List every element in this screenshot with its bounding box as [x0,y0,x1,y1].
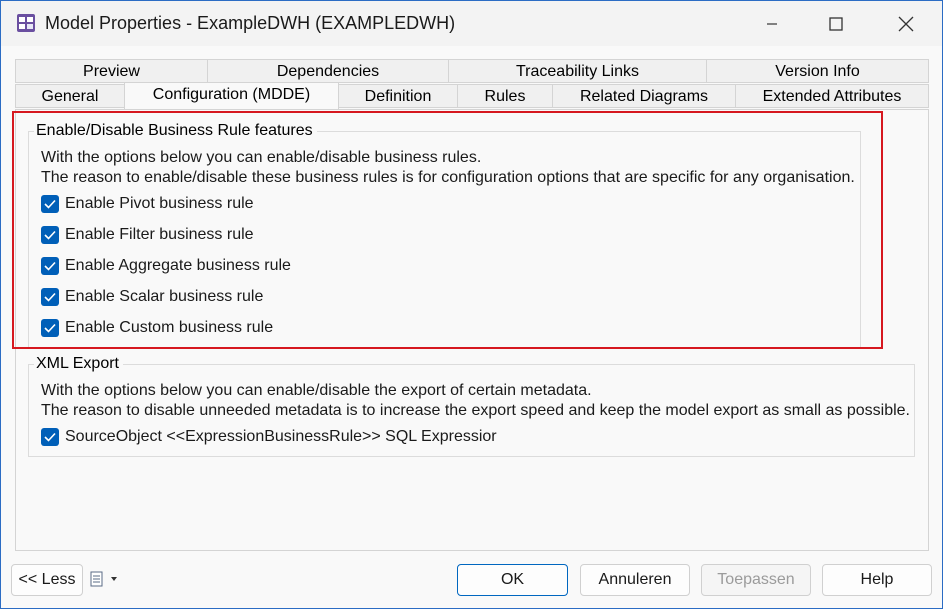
xml-export-description-1: With the options below you can enable/di… [41,382,592,399]
custom-rule-label: Enable Custom business rule [65,319,274,336]
scalar-rule-option[interactable]: Enable Scalar business rule [41,287,263,307]
tab-definition[interactable]: Definition [338,84,458,108]
minimize-button[interactable] [749,1,795,46]
maximize-icon [829,16,843,31]
sourceobject-sql-expression-option[interactable]: SourceObject <<ExpressionBusinessRule>> … [41,427,497,447]
close-button[interactable] [883,1,929,46]
ok-button[interactable]: OK [457,564,568,596]
close-icon [898,16,914,31]
less-button[interactable]: << Less [11,564,83,596]
cancel-button[interactable]: Annuleren [580,564,690,596]
xml-export-description-2: The reason to disable unneeded metadata … [41,402,910,419]
scalar-rule-checkbox[interactable] [41,288,59,306]
document-list-icon [90,571,103,587]
model-properties-window: Model Properties - ExampleDWH (EXAMPLEDW… [0,0,943,609]
tab-configuration-mdde[interactable]: Configuration (MDDE) [124,82,339,110]
aggregate-rule-label: Enable Aggregate business rule [65,257,291,274]
custom-rule-checkbox[interactable] [41,319,59,337]
chevron-down-icon [111,577,117,581]
pivot-rule-checkbox[interactable] [41,195,59,213]
xml-export-group-title: XML Export [34,355,123,373]
tab-strip: Preview Dependencies Traceability Links … [15,59,929,111]
tab-version-info[interactable]: Version Info [706,59,929,83]
business-rules-description-1: With the options below you can enable/di… [41,149,482,166]
tab-dependencies[interactable]: Dependencies [207,59,449,83]
custom-rule-option[interactable]: Enable Custom business rule [41,318,273,338]
checkmark-icon [44,323,56,333]
tab-traceability-links[interactable]: Traceability Links [448,59,707,83]
checkmark-icon [44,230,56,240]
pivot-rule-option[interactable]: Enable Pivot business rule [41,194,254,214]
tab-related-diagrams[interactable]: Related Diagrams [552,84,736,108]
app-icon [16,13,36,33]
tab-rules[interactable]: Rules [457,84,553,108]
aggregate-rule-option[interactable]: Enable Aggregate business rule [41,256,291,276]
window-title: Model Properties - ExampleDWH (EXAMPLEDW… [45,13,456,33]
checkmark-icon [44,199,56,209]
scalar-rule-label: Enable Scalar business rule [65,288,264,305]
business-rules-description-2: The reason to enable/disable these busin… [41,169,855,186]
checkmark-icon [44,261,56,271]
title-bar[interactable]: Model Properties - ExampleDWH (EXAMPLEDW… [1,1,942,46]
apply-button[interactable]: Toepassen [701,564,811,596]
filter-rule-option[interactable]: Enable Filter business rule [41,225,254,245]
checkmark-icon [44,432,56,442]
aggregate-rule-checkbox[interactable] [41,257,59,275]
sourceobject-sql-expression-checkbox[interactable] [41,428,59,446]
tab-extended-attributes[interactable]: Extended Attributes [735,84,929,108]
document-list-menu[interactable] [89,571,119,587]
filter-rule-label: Enable Filter business rule [65,226,254,243]
business-rules-group-title: Enable/Disable Business Rule features [34,122,317,140]
filter-rule-checkbox[interactable] [41,226,59,244]
pivot-rule-label: Enable Pivot business rule [65,195,254,212]
help-button[interactable]: Help [822,564,932,596]
minimize-icon [767,22,777,25]
tab-preview[interactable]: Preview [15,59,208,83]
sourceobject-sql-expression-label: SourceObject <<ExpressionBusinessRule>> … [65,428,497,445]
maximize-button[interactable] [813,1,859,46]
checkmark-icon [44,292,56,302]
tab-general[interactable]: General [15,84,125,108]
